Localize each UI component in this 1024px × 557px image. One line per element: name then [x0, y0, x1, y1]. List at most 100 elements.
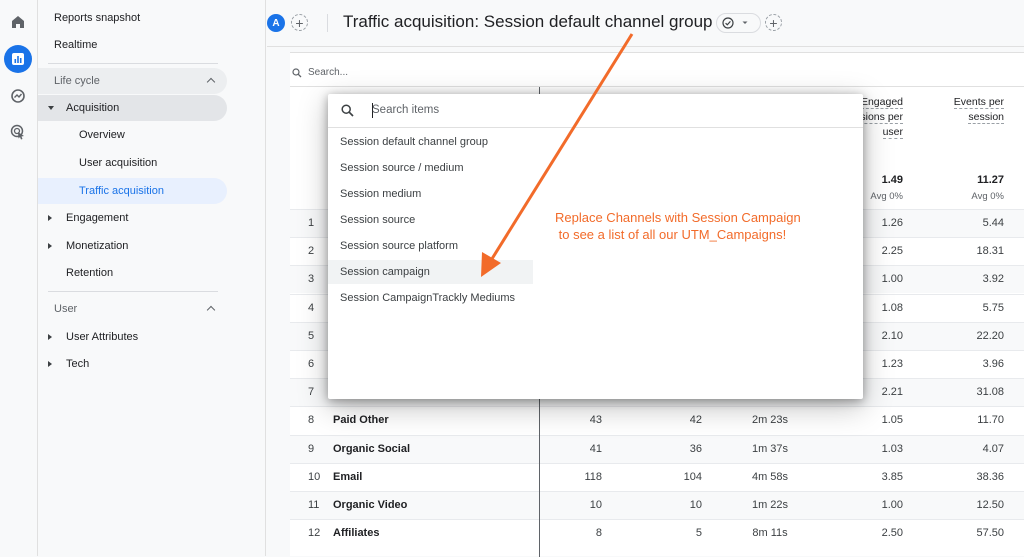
dimension-option[interactable]: Session medium	[328, 182, 533, 206]
row-avg-engagement-time: 4m 58s	[751, 470, 789, 483]
nav-monetization[interactable]: Monetization	[38, 233, 227, 259]
nav-label: Overview	[79, 129, 125, 141]
report-header: A + Traffic acquisition: Session default…	[267, 0, 1024, 47]
row-events-per-session: 31.08	[976, 386, 1004, 399]
check-circle-icon	[722, 17, 734, 29]
nav-user-attributes[interactable]: User Attributes	[38, 324, 227, 350]
search-icon	[292, 67, 302, 77]
home-button[interactable]	[4, 8, 32, 36]
row-engaged-sessions: 5	[695, 527, 702, 540]
row-engaged-sessions: 10	[689, 499, 702, 511]
page-title: Traffic acquisition: Session default cha…	[343, 12, 713, 31]
nav-label: Realtime	[54, 39, 98, 51]
dimension-option[interactable]: Session source / medium	[328, 156, 533, 180]
section-label: Life cycle	[54, 75, 100, 87]
section-life-cycle[interactable]: Life cycle	[38, 68, 227, 94]
row-channel[interactable]: Affiliates	[333, 527, 379, 539]
row-engaged-sessions-per-user: 3.85	[881, 470, 903, 483]
row-number: 6	[308, 358, 315, 370]
caret-right-icon	[48, 243, 52, 249]
row-number: 3	[308, 273, 315, 286]
row-events-per-session: 57.50	[976, 527, 1004, 540]
row-number: 2	[308, 245, 315, 258]
nav-retention[interactable]: Retention	[38, 260, 227, 286]
nav-label: Traffic acquisition	[79, 185, 164, 197]
nav-user-acquisition[interactable]: User acquisition	[38, 150, 227, 176]
row-sessions: 41	[589, 442, 602, 455]
report-nav: Reports snapshot Realtime Life cycle Acq…	[38, 0, 266, 556]
comparison-avatar[interactable]: A	[267, 14, 285, 32]
row-engaged-sessions-per-user: 1.05	[881, 414, 903, 427]
chevron-up-icon	[206, 305, 216, 315]
reports-button[interactable]	[4, 45, 32, 73]
add-button[interactable]: +	[765, 14, 782, 31]
nav-traffic-acquisition[interactable]: Traffic acquisition	[38, 178, 227, 204]
header-separator	[327, 14, 328, 32]
advertising-icon	[10, 124, 24, 140]
add-comparison-button[interactable]: +	[291, 14, 308, 31]
dimension-option[interactable]: Session source platform	[328, 234, 533, 258]
explore-button[interactable]	[4, 82, 32, 110]
nav-label: Engagement	[66, 212, 129, 224]
avg-events-per-session: Avg 0%	[971, 191, 1004, 202]
nav-label: User acquisition	[79, 157, 158, 169]
table-row[interactable]: 8 Paid Other 43 42 2m 23s 1.05 11.70	[290, 406, 1024, 434]
reports-icon	[12, 53, 24, 65]
row-events-per-session: 3.92	[982, 273, 1004, 286]
column-header-events-per-session[interactable]: Events per session	[920, 95, 1004, 125]
row-events-per-session: 18.31	[976, 245, 1004, 258]
nav-realtime[interactable]: Realtime	[38, 32, 227, 58]
chevron-up-icon	[206, 77, 216, 87]
dimension-search[interactable]: Search items	[328, 94, 863, 128]
nav-overview[interactable]: Overview	[38, 122, 227, 148]
row-engaged-sessions-per-user: 1.00	[881, 499, 903, 511]
nav-engagement[interactable]: Engagement	[38, 205, 227, 231]
table-row[interactable]: 12 Affiliates 8 5 8m 11s 2.50 57.50	[290, 519, 1024, 547]
nav-tech[interactable]: Tech	[38, 351, 227, 377]
row-sessions: 118	[584, 470, 602, 483]
row-channel[interactable]: Organic Social	[333, 443, 410, 455]
table-row[interactable]: 9 Organic Social 41 36 1m 37s 1.03 4.07	[290, 434, 1024, 463]
dimension-option[interactable]: Session source	[328, 208, 533, 232]
nav-label: User Attributes	[66, 331, 139, 343]
row-avg-engagement-time: 1m 22s	[751, 499, 789, 511]
dimension-option[interactable]: Session campaign	[328, 260, 533, 284]
report-status-dropdown[interactable]	[716, 13, 761, 33]
row-number: 5	[308, 329, 315, 342]
dropdown-arrow-icon	[742, 21, 748, 24]
advertising-button[interactable]	[4, 118, 32, 146]
nav-label: Reports snapshot	[54, 12, 141, 24]
dimension-option[interactable]: Session CampaignTrackly Mediums	[328, 286, 533, 310]
explore-icon	[11, 89, 25, 103]
nav-acquisition[interactable]: Acquisition	[38, 95, 227, 121]
caret-right-icon	[48, 334, 52, 340]
row-engaged-sessions: 42	[689, 414, 702, 427]
row-events-per-session: 22.20	[976, 329, 1004, 342]
row-avg-engagement-time: 8m 11s	[752, 527, 788, 540]
row-events-per-session: 4.07	[982, 442, 1004, 455]
nav-label: Monetization	[66, 240, 129, 252]
dimension-search-input[interactable]: Search items	[372, 104, 439, 116]
table-row[interactable]: 10 Email 118 104 4m 58s 3.85 38.36	[290, 462, 1024, 491]
row-engaged-sessions-per-user: 1.03	[881, 442, 903, 455]
row-channel[interactable]: Organic Video	[333, 499, 407, 511]
row-events-per-session: 38.36	[976, 470, 1004, 483]
table-search[interactable]: Search...	[290, 59, 1024, 87]
nav-divider	[48, 291, 218, 292]
row-engaged-sessions-per-user: 2.50	[881, 527, 903, 540]
column-header-line: Engaged	[860, 96, 903, 109]
row-channel[interactable]: Email	[333, 471, 362, 483]
dimension-option[interactable]: Session default channel group	[328, 130, 533, 154]
row-number: 7	[308, 386, 315, 399]
section-user[interactable]: User	[38, 296, 227, 322]
row-number: 9	[308, 442, 315, 455]
row-engaged-sessions: 36	[689, 442, 702, 455]
icon-rail	[0, 0, 38, 556]
row-channel[interactable]: Paid Other	[333, 414, 389, 426]
nav-label: Tech	[66, 358, 90, 370]
caret-right-icon	[48, 361, 52, 367]
table-row[interactable]: 11 Organic Video 10 10 1m 22s 1.00 12.50	[290, 491, 1024, 519]
column-header-line: Events per	[953, 96, 1004, 109]
nav-reports-snapshot[interactable]: Reports snapshot	[38, 5, 227, 31]
home-icon	[12, 16, 24, 28]
